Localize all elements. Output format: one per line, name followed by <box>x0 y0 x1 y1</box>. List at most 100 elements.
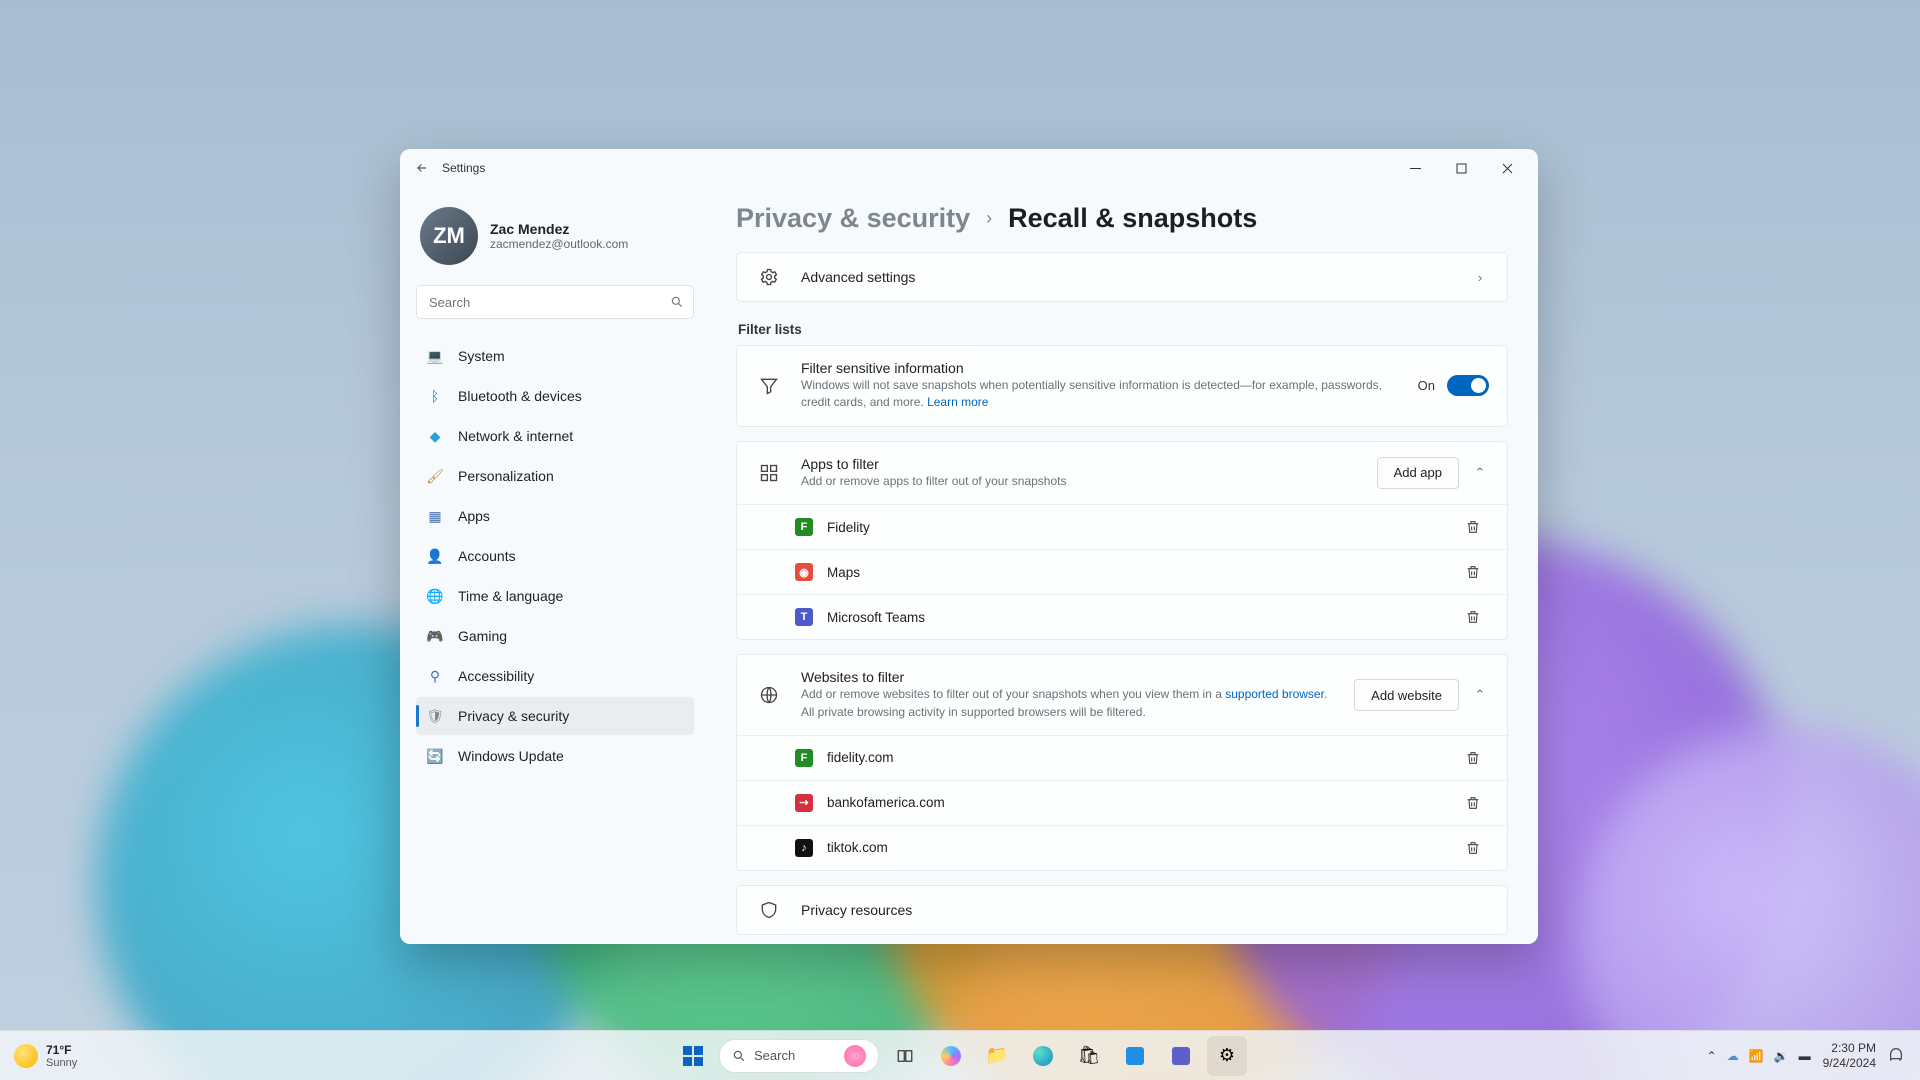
store-button[interactable]: 🛍 <box>1069 1036 1109 1076</box>
sidebar-item-accounts[interactable]: 👤Accounts <box>416 537 694 575</box>
explorer-button[interactable]: 📁 <box>977 1036 1017 1076</box>
close-button[interactable] <box>1484 152 1530 184</box>
clock-time: 2:30 PM <box>1823 1041 1876 1056</box>
accessibility-icon: ⚲ <box>426 667 444 685</box>
app-row: ◉ Maps <box>737 549 1507 594</box>
edge-button[interactable] <box>1023 1036 1063 1076</box>
taskbar-search[interactable]: Search <box>719 1039 879 1073</box>
chevron-up-icon[interactable]: ⌃ <box>1471 687 1489 703</box>
websites-filter-card: Websites to filter Add or remove website… <box>736 654 1508 871</box>
breadcrumb-parent[interactable]: Privacy & security <box>736 203 970 234</box>
sidebar-item-personalization[interactable]: 🖌Personalization <box>416 457 694 495</box>
profile[interactable]: ZM Zac Mendez zacmendez@outlook.com <box>416 199 694 281</box>
delete-button[interactable] <box>1465 609 1489 625</box>
add-app-button[interactable]: Add app <box>1377 457 1459 489</box>
website-row: ⇢ bankofamerica.com <box>737 780 1507 825</box>
filter-lists-heading: Filter lists <box>738 322 1508 337</box>
search-input[interactable] <box>416 285 694 319</box>
delete-button[interactable] <box>1465 519 1489 535</box>
settings-window: Settings ZM Zac Mendez zacmendez@outlook… <box>400 149 1538 944</box>
minimize-button[interactable] <box>1392 152 1438 184</box>
sidebar: ZM Zac Mendez zacmendez@outlook.com 💻 Sys… <box>400 187 710 944</box>
profile-name: Zac Mendez <box>490 221 628 237</box>
advanced-settings-row[interactable]: Advanced settings › <box>736 252 1508 302</box>
search-highlight-icon <box>844 1045 866 1067</box>
back-button[interactable] <box>408 154 436 182</box>
supported-browser-link[interactable]: supported browser <box>1225 687 1324 701</box>
websites-filter-title: Websites to filter <box>801 669 1336 685</box>
sidebar-item-label: System <box>458 348 505 364</box>
teams-button[interactable] <box>1161 1036 1201 1076</box>
sidebar-item-system[interactable]: 💻 System <box>416 337 694 375</box>
add-website-button[interactable]: Add website <box>1354 679 1459 711</box>
website-row: F fidelity.com <box>737 735 1507 780</box>
sidebar-item-apps[interactable]: ▦Apps <box>416 497 694 535</box>
copilot-icon <box>941 1046 961 1066</box>
sidebar-item-gaming[interactable]: 🎮Gaming <box>416 617 694 655</box>
teams-icon <box>1172 1047 1190 1065</box>
copilot-button[interactable] <box>931 1036 971 1076</box>
websites-filter-desc: Add or remove websites to filter out of … <box>801 686 1336 721</box>
app-icon: ◉ <box>795 563 813 581</box>
update-icon: 🔄 <box>426 747 444 765</box>
sun-icon <box>14 1044 38 1068</box>
website-name: tiktok.com <box>827 840 1451 855</box>
sidebar-item-label: Personalization <box>458 468 554 484</box>
chevron-right-icon: › <box>1471 270 1489 285</box>
outlook-button[interactable] <box>1115 1036 1155 1076</box>
delete-button[interactable] <box>1465 564 1489 580</box>
start-button[interactable] <box>673 1036 713 1076</box>
learn-more-link[interactable]: Learn more <box>927 395 988 409</box>
wifi-icon[interactable]: 📶 <box>1749 1049 1764 1063</box>
clock-date: 9/24/2024 <box>1823 1056 1876 1071</box>
maximize-button[interactable] <box>1438 152 1484 184</box>
profile-email: zacmendez@outlook.com <box>490 237 628 251</box>
filter-sensitive-toggle[interactable] <box>1447 375 1489 396</box>
filter-sensitive-card: Filter sensitive information Windows wil… <box>736 345 1508 427</box>
sidebar-item-network[interactable]: ◆ Network & internet <box>416 417 694 455</box>
sidebar-item-label: Bluetooth & devices <box>458 388 582 404</box>
weather-cond: Sunny <box>46 1057 77 1069</box>
taskbar-weather[interactable]: 71°F Sunny <box>0 1043 420 1069</box>
sidebar-item-accessibility[interactable]: ⚲Accessibility <box>416 657 694 695</box>
task-view-button[interactable] <box>885 1036 925 1076</box>
sidebar-item-privacy[interactable]: 🛡Privacy & security <box>416 697 694 735</box>
chevron-right-icon: › <box>986 208 992 229</box>
minimize-icon <box>1410 163 1421 174</box>
privacy-resources-title: Privacy resources <box>801 902 1489 918</box>
sidebar-item-label: Network & internet <box>458 428 573 444</box>
website-row: ♪ tiktok.com <box>737 825 1507 870</box>
search-icon <box>670 295 684 309</box>
sidebar-item-label: Windows Update <box>458 748 564 764</box>
nav: 💻 System ᛒ Bluetooth & devices ◆ Network & in… <box>416 337 694 775</box>
maximize-icon <box>1456 163 1467 174</box>
sidebar-item-label: Gaming <box>458 628 507 644</box>
delete-button[interactable] <box>1465 840 1489 856</box>
content: Privacy & security › Recall & snapshots … <box>710 187 1538 944</box>
system-icon: 💻 <box>426 347 444 365</box>
sidebar-item-update[interactable]: 🔄 Windows Update <box>416 737 694 775</box>
sidebar-item-bluetooth[interactable]: ᛒ Bluetooth & devices <box>416 377 694 415</box>
app-name: Fidelity <box>827 520 1451 535</box>
privacy-resources-card[interactable]: Privacy resources <box>736 885 1508 935</box>
onedrive-icon[interactable]: ☁ <box>1727 1049 1739 1063</box>
notifications-icon[interactable] <box>1888 1048 1904 1064</box>
delete-button[interactable] <box>1465 750 1489 766</box>
apps-filter-card: Apps to filter Add or remove apps to fil… <box>736 441 1508 640</box>
clock[interactable]: 2:30 PM 9/24/2024 <box>1823 1041 1876 1071</box>
folder-icon: 📁 <box>986 1045 1008 1066</box>
bluetooth-icon: ᛒ <box>426 387 444 405</box>
advanced-settings-label: Advanced settings <box>801 269 1453 285</box>
delete-button[interactable] <box>1465 795 1489 811</box>
sidebar-item-time[interactable]: 🌐Time & language <box>416 577 694 615</box>
network-icon: ◆ <box>426 427 444 445</box>
battery-icon[interactable]: ▬ <box>1799 1049 1811 1063</box>
apps-icon <box>755 463 783 483</box>
settings-taskbar-button[interactable]: ⚙ <box>1207 1036 1247 1076</box>
volume-icon[interactable]: 🔉 <box>1774 1049 1789 1063</box>
chevron-up-icon[interactable]: ⌃ <box>1471 465 1489 481</box>
page-title: Recall & snapshots <box>1008 203 1257 234</box>
outlook-icon <box>1126 1047 1144 1065</box>
tray-expand-icon[interactable]: ⌃ <box>1707 1049 1717 1063</box>
website-icon: ♪ <box>795 839 813 857</box>
